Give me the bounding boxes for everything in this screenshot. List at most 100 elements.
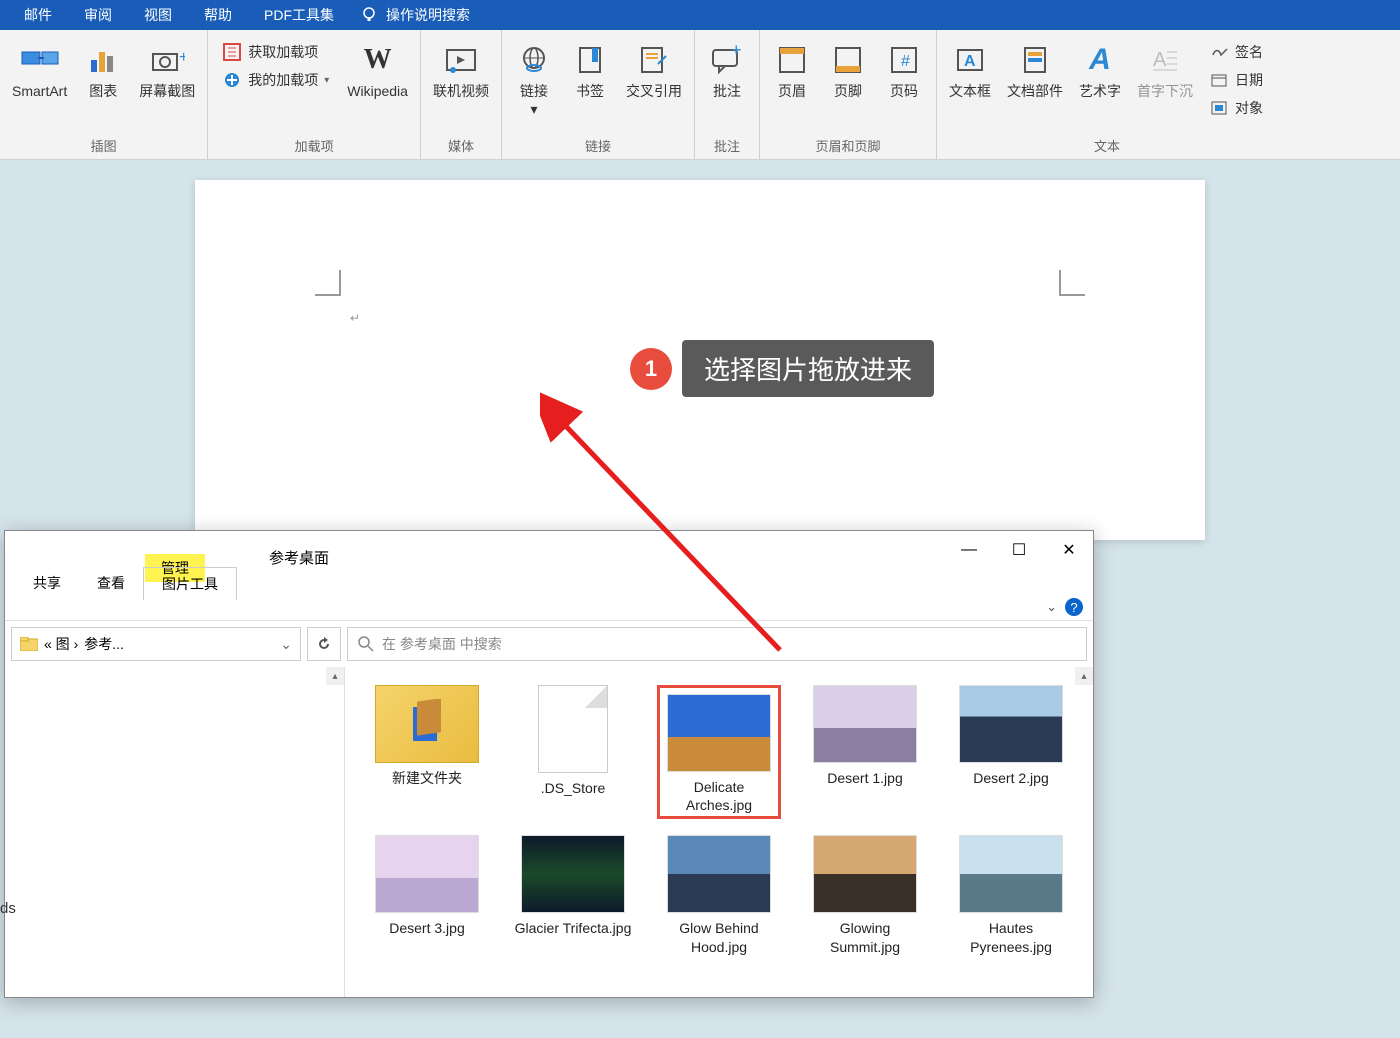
file-item[interactable]: Hautes Pyrenees.jpg — [949, 835, 1073, 955]
file-name-label: Desert 3.jpg — [389, 919, 464, 937]
file-item[interactable]: .DS_Store — [511, 685, 635, 819]
explorer-tab-share[interactable]: 共享 — [15, 567, 79, 600]
chart-button[interactable]: 图表 — [77, 36, 129, 104]
tell-me-search[interactable]: 操作说明搜索 — [360, 5, 470, 25]
chart-icon — [83, 40, 123, 80]
file-item[interactable]: Delicate Arches.jpg — [657, 685, 781, 819]
help-icon[interactable]: ? — [1065, 598, 1083, 616]
object-icon — [1211, 101, 1229, 115]
file-item[interactable]: Desert 1.jpg — [803, 685, 927, 819]
menu-pdftools[interactable]: PDF工具集 — [248, 5, 350, 25]
file-item[interactable]: Desert 2.jpg — [949, 685, 1073, 819]
file-item[interactable]: Desert 3.jpg — [365, 835, 489, 955]
bookmark-button[interactable]: 书签 — [564, 36, 616, 104]
callout-text: 选择图片拖放进来 — [682, 340, 934, 397]
group-links-label: 链接 — [508, 132, 688, 159]
file-name-label: .DS_Store — [541, 779, 606, 797]
calendar-icon — [1211, 73, 1229, 87]
refresh-button[interactable] — [307, 627, 341, 661]
explorer-window-title: 参考桌面 — [255, 539, 343, 576]
video-icon — [441, 40, 481, 80]
menu-mail[interactable]: 邮件 — [8, 5, 68, 25]
ribbon-group-media: 联机视频 媒体 — [421, 30, 502, 159]
smartart-button[interactable]: SmartArt — [6, 36, 73, 104]
dropcap-label: 首字下沉 — [1137, 82, 1193, 100]
explorer-tab-pictools[interactable]: 图片工具 — [143, 567, 237, 600]
get-addins-button[interactable]: 获取加载项 — [218, 40, 333, 64]
svg-text:A: A — [1153, 49, 1167, 71]
header-label: 页眉 — [778, 82, 806, 100]
datetime-button[interactable]: 日期 — [1207, 68, 1267, 92]
object-button[interactable]: 对象 — [1207, 96, 1267, 120]
maximize-button[interactable]: ☐ — [995, 533, 1043, 567]
textbox-label: 文本框 — [949, 82, 991, 100]
margin-mark-topright — [1059, 270, 1085, 296]
wordart-button[interactable]: A 艺术字 — [1073, 36, 1127, 104]
footer-icon — [828, 40, 868, 80]
signature-label: 签名 — [1235, 42, 1263, 62]
my-addins-label: 我的加载项 — [248, 70, 318, 90]
chevron-down-icon[interactable]: ⌄ — [1046, 599, 1057, 615]
file-item[interactable]: Glowing Summit.jpg — [803, 835, 927, 955]
ribbon-group-text: A 文本框 文档部件 A 艺术字 A 首字下沉 签名 — [937, 30, 1277, 159]
comment-button[interactable]: + 批注 — [701, 36, 753, 104]
menu-view[interactable]: 视图 — [128, 5, 188, 25]
header-button[interactable]: 页眉 — [766, 36, 818, 104]
file-name-label: Delicate Arches.jpg — [662, 778, 776, 814]
dropcap-button[interactable]: A 首字下沉 — [1131, 36, 1199, 104]
crossref-button[interactable]: 交叉引用 — [620, 36, 688, 104]
bookmark-icon — [570, 40, 610, 80]
online-video-button[interactable]: 联机视频 — [427, 36, 495, 104]
wikipedia-icon: W — [358, 40, 398, 80]
minimize-button[interactable]: ― — [945, 533, 993, 567]
file-item[interactable]: 新建文件夹 — [365, 685, 489, 819]
group-media-label: 媒体 — [427, 132, 495, 159]
menu-help[interactable]: 帮助 — [188, 5, 248, 25]
footer-label: 页脚 — [834, 82, 862, 100]
addins-icon — [222, 70, 242, 90]
quickparts-button[interactable]: 文档部件 — [1001, 36, 1069, 104]
folder-icon — [20, 637, 38, 651]
image-thumbnail — [375, 835, 479, 913]
ribbon-group-headerfooter: 页眉 页脚 # 页码 页眉和页脚 — [760, 30, 937, 159]
my-addins-button[interactable]: 我的加载项 ▾ — [218, 68, 333, 92]
wikipedia-button[interactable]: W Wikipedia — [341, 36, 414, 104]
pagenum-button[interactable]: # 页码 — [878, 36, 930, 104]
image-thumbnail — [667, 694, 771, 772]
ribbon-group-links: 链接▾ 书签 交叉引用 链接 — [502, 30, 695, 159]
file-item[interactable]: Glow Behind Hood.jpg — [657, 835, 781, 955]
explorer-tab-view[interactable]: 查看 — [79, 567, 143, 600]
close-button[interactable]: ✕ — [1045, 533, 1093, 567]
search-placeholder: 在 参考桌面 中搜索 — [382, 634, 502, 654]
image-thumbnail — [813, 685, 917, 763]
smartart-icon — [20, 40, 60, 80]
files-scroll-up[interactable]: ▴ — [1075, 667, 1093, 685]
footer-button[interactable]: 页脚 — [822, 36, 874, 104]
bookmark-label: 书签 — [576, 82, 604, 100]
file-item[interactable]: Glacier Trifecta.jpg — [511, 835, 635, 955]
image-thumbnail — [521, 835, 625, 913]
dropcap-icon: A — [1145, 40, 1185, 80]
dropdown-icon[interactable]: ⌄ — [280, 636, 292, 653]
image-thumbnail — [813, 835, 917, 913]
textbox-button[interactable]: A 文本框 — [943, 36, 997, 104]
image-thumbnail — [667, 835, 771, 913]
file-name-label: Desert 2.jpg — [973, 769, 1048, 787]
file-name-label: Desert 1.jpg — [827, 769, 902, 787]
explorer-navigation-pane[interactable]: ▴ — [5, 667, 345, 997]
ribbon-group-comments: + 批注 批注 — [695, 30, 760, 159]
breadcrumb[interactable]: « 图 › 参考... ⌄ — [11, 627, 301, 661]
signature-button[interactable]: 签名 — [1207, 40, 1267, 64]
menu-review[interactable]: 审阅 — [68, 5, 128, 25]
group-text-label: 文本 — [943, 132, 1271, 159]
get-addins-label: 获取加载项 — [248, 42, 318, 62]
group-headerfooter-label: 页眉和页脚 — [766, 132, 930, 159]
group-illustrations-label: 插图 — [6, 132, 201, 159]
folder-thumbnail — [375, 685, 479, 763]
crossref-icon — [634, 40, 674, 80]
screenshot-button[interactable]: + 屏幕截图 — [133, 36, 201, 104]
annotation-callout: 1 选择图片拖放进来 — [630, 340, 934, 397]
sidebar-scroll-up[interactable]: ▴ — [326, 667, 344, 685]
link-button[interactable]: 链接▾ — [508, 36, 560, 122]
store-icon — [222, 42, 242, 62]
